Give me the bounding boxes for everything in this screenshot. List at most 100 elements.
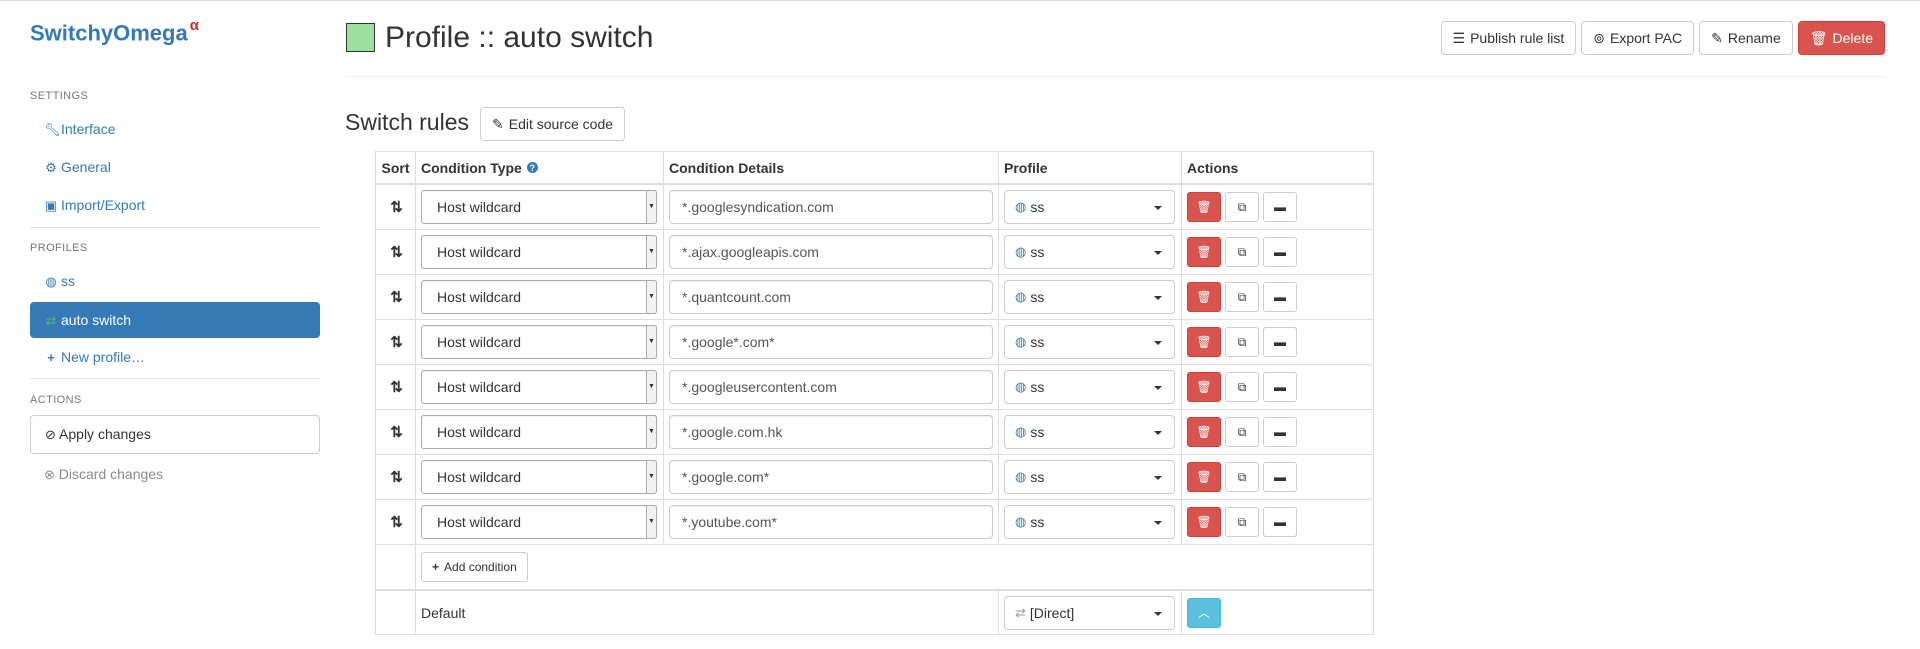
delete-rule-button[interactable]: 🗑︎: [1187, 372, 1221, 402]
delete-rule-button[interactable]: 🗑︎: [1187, 507, 1221, 537]
condition-type-select[interactable]: Host wildcard ▼: [421, 370, 657, 404]
clone-rule-button[interactable]: ⧉: [1225, 372, 1259, 402]
profile-cell: ◍ ss: [998, 410, 1181, 454]
condition-details-input[interactable]: [669, 235, 993, 269]
brand-logo[interactable]: SwitchyOmega α: [30, 17, 199, 46]
delete-rule-button[interactable]: 🗑︎: [1187, 282, 1221, 312]
profile-select[interactable]: ◍ ss: [1004, 325, 1175, 359]
actions-cell: 🗑︎ ⧉ ▬: [1181, 410, 1373, 454]
table-row: ⇅ Host wildcard ▼ ◍ ss 🗑︎ ⧉: [376, 319, 1373, 364]
collapse-button[interactable]: ︿: [1187, 597, 1221, 628]
comment-rule-button[interactable]: ▬: [1263, 507, 1297, 537]
condition-type-select[interactable]: Host wildcard ▼: [421, 415, 657, 449]
condition-type-select[interactable]: Host wildcard ▼: [421, 280, 657, 314]
condition-details-input[interactable]: [669, 280, 993, 314]
add-condition-button[interactable]: + Add condition: [421, 552, 528, 582]
clone-rule-button[interactable]: ⧉: [1225, 282, 1259, 312]
sort-handle-icon[interactable]: ⇅: [390, 378, 403, 396]
sort-handle-icon[interactable]: ⇅: [390, 423, 403, 441]
sort-handle-icon[interactable]: ⇅: [390, 333, 403, 351]
comment-rule-button[interactable]: ▬: [1263, 372, 1297, 402]
condition-type-select[interactable]: Host wildcard ▼: [421, 190, 657, 224]
comment-rule-button[interactable]: ▬: [1263, 462, 1297, 492]
sidebar-item-auto-switch[interactable]: ⇄ auto switch: [30, 302, 320, 338]
clone-rule-button[interactable]: ⧉: [1225, 237, 1259, 267]
sidebar-item-new-profile[interactable]: + New profile…: [30, 339, 320, 375]
condition-details-input[interactable]: [669, 505, 993, 539]
delete-rule-button[interactable]: 🗑︎: [1187, 192, 1221, 222]
profile-value: ss: [1030, 379, 1045, 395]
clone-rule-button[interactable]: ⧉: [1225, 417, 1259, 447]
comment-rule-button[interactable]: ▬: [1263, 327, 1297, 357]
profile-value: ss: [1030, 289, 1045, 305]
delete-rule-button[interactable]: 🗑︎: [1187, 417, 1221, 447]
condition-details-cell: [663, 275, 998, 319]
sort-handle-icon[interactable]: ⇅: [390, 288, 403, 306]
profile-select[interactable]: ◍ ss: [1004, 370, 1175, 404]
sidebar-item-general[interactable]: ⚙︎ General: [30, 149, 320, 185]
profile-color-swatch[interactable]: [346, 23, 375, 52]
switch-rules-heading: Switch rules: [345, 109, 469, 135]
caret-down-icon: [1154, 521, 1162, 525]
profile-select[interactable]: ◍ ss: [1004, 460, 1175, 494]
comment-rule-button[interactable]: ▬: [1263, 417, 1297, 447]
copy-icon: ⧉: [1237, 469, 1247, 484]
condition-type-cell: Host wildcard ▼: [415, 230, 663, 274]
table-row: ⇅ Host wildcard ▼ ◍ ss 🗑︎ ⧉: [376, 229, 1373, 274]
condition-type-select[interactable]: Host wildcard ▼: [421, 325, 657, 359]
sort-handle-icon[interactable]: ⇅: [390, 243, 403, 261]
profile-select[interactable]: ◍ ss: [1004, 415, 1175, 449]
section-actions-heading: ACTIONS: [30, 394, 82, 406]
condition-details-input[interactable]: [669, 190, 993, 224]
profile-select[interactable]: ◍ ss: [1004, 235, 1175, 269]
profile-select[interactable]: ◍ ss: [1004, 280, 1175, 314]
sort-handle-icon[interactable]: ⇅: [390, 468, 403, 486]
discard-changes-button[interactable]: ⊗ Discard changes: [44, 463, 163, 486]
clone-rule-button[interactable]: ⧉: [1225, 507, 1259, 537]
edit-source-code-button[interactable]: ✎ Edit source code: [480, 107, 626, 141]
table-row: ⇅ Host wildcard ▼ ◍ ss 🗑︎ ⧉: [376, 409, 1373, 454]
profile-cell: ◍ ss: [998, 275, 1181, 319]
delete-rule-button[interactable]: 🗑︎: [1187, 327, 1221, 357]
condition-type-select[interactable]: Host wildcard ▼: [421, 505, 657, 539]
delete-profile-button[interactable]: 🗑︎ Delete: [1797, 21, 1885, 55]
comment-rule-button[interactable]: ▬: [1263, 237, 1297, 267]
apply-changes-button[interactable]: ⊘ Apply changes: [30, 415, 320, 454]
page-title: Profile :: auto switch: [385, 21, 654, 54]
export-pac-button[interactable]: ⊚ Export PAC: [1581, 21, 1695, 55]
condition-details-input[interactable]: [669, 460, 993, 494]
condition-details-input[interactable]: [669, 415, 993, 449]
delete-rule-button[interactable]: 🗑︎: [1187, 237, 1221, 267]
add-condition-label: Add condition: [444, 560, 517, 574]
condition-type-select[interactable]: Host wildcard ▼: [421, 460, 657, 494]
profile-select[interactable]: ◍ ss: [1004, 190, 1175, 224]
default-profile-select[interactable]: ⇄ [Direct]: [1004, 595, 1175, 630]
caret-down-icon: [1154, 476, 1162, 480]
condition-details-input[interactable]: [669, 325, 993, 359]
profile-value: ss: [1030, 199, 1045, 215]
delete-rule-button[interactable]: 🗑︎: [1187, 462, 1221, 492]
clone-rule-button[interactable]: ⧉: [1225, 192, 1259, 222]
help-icon[interactable]: ?: [526, 162, 538, 173]
sidebar-item-import-export[interactable]: ▣ Import/Export: [30, 187, 320, 223]
comment-rule-button[interactable]: ▬: [1263, 192, 1297, 222]
condition-type-select[interactable]: Host wildcard ▼: [421, 235, 657, 269]
sidebar-item-ss[interactable]: ◍ ss: [30, 263, 320, 299]
profile-select[interactable]: ◍ ss: [1004, 505, 1175, 539]
publish-rule-list-button[interactable]: ☰ Publish rule list: [1440, 21, 1577, 55]
sort-cell: ⇅: [376, 320, 415, 364]
column-header-label: Condition Type: [421, 159, 522, 176]
sidebar-item-label: Import/Export: [61, 197, 146, 213]
condition-details-input[interactable]: [669, 370, 993, 404]
rename-button[interactable]: ✎ Rename: [1699, 21, 1793, 55]
sidebar-item-interface[interactable]: 🔧︎Interface: [30, 111, 320, 147]
select-arrow-icon: ▼: [646, 415, 657, 449]
comment-icon: ▬: [1274, 290, 1286, 304]
section-settings-heading: SETTINGS: [30, 90, 89, 102]
clone-rule-button[interactable]: ⧉: [1225, 462, 1259, 492]
sort-handle-icon[interactable]: ⇅: [390, 198, 403, 216]
comment-rule-button[interactable]: ▬: [1263, 282, 1297, 312]
sort-handle-icon[interactable]: ⇅: [390, 513, 403, 531]
condition-type-cell: Host wildcard ▼: [415, 455, 663, 499]
clone-rule-button[interactable]: ⧉: [1225, 327, 1259, 357]
